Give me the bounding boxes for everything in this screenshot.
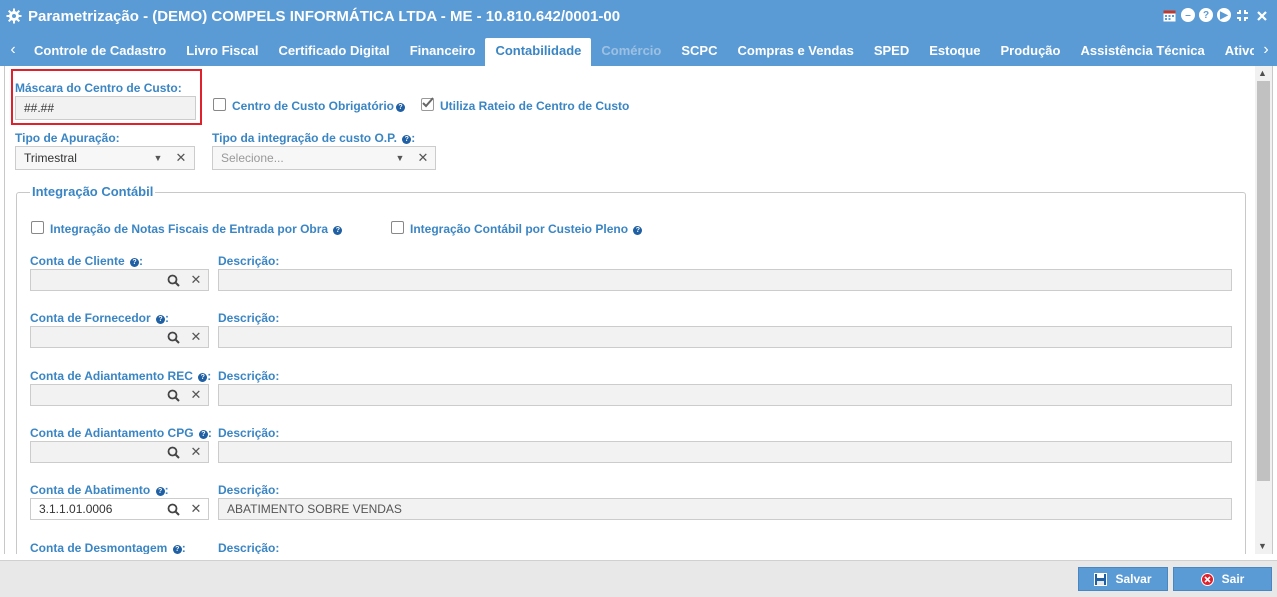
descricao-label: Descrição: — [218, 483, 280, 497]
conta-abatimento-descricao: ABATIMENTO SOBRE VENDAS — [218, 498, 1232, 520]
calendar-icon[interactable] — [1162, 8, 1177, 23]
clear-icon[interactable]: ✕ — [186, 269, 206, 291]
centro-obrigatorio-checkbox[interactable] — [213, 98, 226, 111]
integracao-contabil-legend: Integração Contábil — [30, 184, 156, 199]
help-icon[interactable]: ? — [155, 487, 165, 496]
tab-contabilidade[interactable]: Contabilidade — [485, 38, 592, 66]
help-icon[interactable]: ? — [198, 373, 208, 382]
conta-adiantamento-cpg-descricao — [218, 441, 1232, 463]
tab-scroll-left-icon[interactable]: ‹ — [6, 41, 20, 59]
minimize-icon[interactable]: – — [1181, 8, 1195, 22]
help-icon[interactable]: ? — [156, 315, 166, 324]
tab-producao[interactable]: Produção — [991, 38, 1071, 66]
scrollbar-thumb[interactable] — [1257, 81, 1270, 481]
mascara-label: Máscara do Centro de Custo: — [15, 81, 182, 95]
help-icon[interactable]: ? — [402, 135, 412, 144]
conta-adiantamento-cpg-label: Conta de Adiantamento CPG ?: — [30, 426, 212, 440]
descricao-label: Descrição: — [218, 311, 280, 325]
window-titlebar: Parametrização - (DEMO) COMPELS INFORMÁT… — [0, 0, 1277, 33]
conta-fornecedor-label: Conta de Fornecedor ?: — [30, 311, 170, 325]
tipo-apuracao-label: Tipo de Apuração: — [15, 131, 120, 145]
custeio-pleno-checkbox[interactable] — [391, 221, 404, 234]
help-icon[interactable]: ? — [130, 258, 140, 267]
gear-icon — [6, 8, 22, 24]
conta-desmontagem-label: Conta de Desmontagem ?: — [30, 541, 186, 554]
tab-list: Controle de Cadastro Livro Fiscal Certific… — [24, 38, 1254, 66]
tab-comercio: Comércio — [601, 43, 662, 58]
close-icon[interactable] — [1254, 8, 1269, 23]
conta-cliente-label: Conta de Cliente ?: — [30, 254, 144, 268]
search-icon[interactable] — [163, 441, 183, 463]
clear-icon[interactable]: ✕ — [171, 147, 191, 169]
help-icon[interactable]: ? — [333, 226, 343, 235]
help-icon[interactable]: ? — [172, 545, 182, 554]
tab-sped[interactable]: SPED — [864, 38, 919, 66]
salvar-label: Salvar — [1115, 572, 1152, 586]
descricao-label: Descrição: — [218, 541, 280, 554]
search-icon[interactable] — [163, 498, 183, 520]
sair-label: Sair — [1221, 572, 1245, 586]
tab-bar: ‹ Controle de Cadastro Livro Fiscal Certif… — [0, 33, 1277, 66]
help-icon[interactable]: ? — [396, 103, 405, 112]
mascara-input[interactable]: ##.## — [15, 96, 196, 120]
tab-financeiro[interactable]: Financeiro — [400, 38, 486, 66]
search-icon[interactable] — [163, 269, 183, 291]
window-controls: – ? ▶ — [1162, 8, 1269, 23]
rateio-checkbox[interactable] — [421, 97, 434, 111]
clear-icon[interactable]: ✕ — [186, 384, 206, 406]
conta-abatimento-label: Conta de Abatimento ?: — [30, 483, 169, 497]
scroll-down-icon[interactable]: ▼ — [1258, 541, 1267, 551]
rateio-label: Utiliza Rateio de Centro de Custo — [440, 99, 630, 113]
tipo-apuracao-select[interactable]: Trimestral — [15, 146, 195, 170]
contabilidade-panel: Máscara do Centro de Custo: ##.## Centro… — [4, 66, 1273, 554]
custeio-pleno-label: Integração Contábil por Custeio Pleno ? — [410, 222, 643, 236]
conta-adiantamento-rec-label: Conta de Adiantamento REC ?: — [30, 369, 212, 383]
tab-ativo-imobilizado[interactable]: Ativo e Imobilizado — [1215, 38, 1254, 66]
checkmark-icon — [422, 97, 434, 108]
conta-adiantamento-rec-descricao — [218, 384, 1232, 406]
descricao-label: Descrição: — [218, 254, 280, 268]
window-title: Parametrização - (DEMO) COMPELS INFORMÁT… — [28, 8, 621, 25]
help-icon[interactable]: ? — [633, 226, 643, 235]
exit-icon — [1200, 572, 1214, 586]
clear-icon[interactable]: ✕ — [186, 326, 206, 348]
tipo-integracao-label: Tipo da integração de custo O.P. ?: — [212, 131, 416, 145]
tab-certificado-digital[interactable]: Certificado Digital — [268, 38, 399, 66]
clear-icon[interactable]: ✕ — [186, 498, 206, 520]
centro-obrigatorio-label: Centro de Custo Obrigatório? — [232, 99, 405, 113]
notas-obra-checkbox[interactable] — [31, 221, 44, 234]
tab-estoque[interactable]: Estoque — [919, 38, 990, 66]
sair-button[interactable]: Sair — [1173, 567, 1272, 591]
descricao-label: Descrição: — [218, 426, 280, 440]
tab-scpc[interactable]: SCPC — [671, 38, 727, 66]
chevron-down-icon[interactable]: ▼ — [390, 147, 410, 169]
descricao-label: Descrição: — [218, 369, 280, 383]
notas-obra-label: Integração de Notas Fiscais de Entrada p… — [50, 222, 343, 236]
vertical-scrollbar[interactable]: ▲ ▼ — [1255, 66, 1272, 554]
tipo-apuracao-value: Trimestral — [24, 151, 77, 165]
tab-controle-cadastro[interactable]: Controle de Cadastro — [24, 38, 176, 66]
save-icon — [1094, 572, 1108, 586]
clear-icon[interactable]: ✕ — [186, 441, 206, 463]
tab-compras-vendas[interactable]: Compras e Vendas — [727, 38, 863, 66]
conta-fornecedor-descricao — [218, 326, 1232, 348]
help-icon[interactable]: ? — [198, 430, 208, 439]
help-icon[interactable]: ? — [1199, 8, 1213, 22]
search-icon[interactable] — [163, 384, 183, 406]
tipo-integracao-placeholder: Selecione... — [221, 151, 284, 165]
scroll-up-icon[interactable]: ▲ — [1258, 68, 1267, 78]
search-icon[interactable] — [163, 326, 183, 348]
footer-bar: Salvar Sair — [0, 560, 1277, 597]
tab-livro-fiscal[interactable]: Livro Fiscal — [176, 38, 268, 66]
play-icon[interactable]: ▶ — [1217, 8, 1231, 22]
tab-assistencia-tecnica[interactable]: Assistência Técnica — [1070, 38, 1214, 66]
conta-cliente-descricao — [218, 269, 1232, 291]
salvar-button[interactable]: Salvar — [1078, 567, 1168, 591]
expand-icon[interactable] — [1235, 8, 1250, 23]
clear-icon[interactable]: ✕ — [413, 147, 433, 169]
tab-scroll-right-icon[interactable]: › — [1259, 41, 1273, 59]
chevron-down-icon[interactable]: ▼ — [148, 147, 168, 169]
